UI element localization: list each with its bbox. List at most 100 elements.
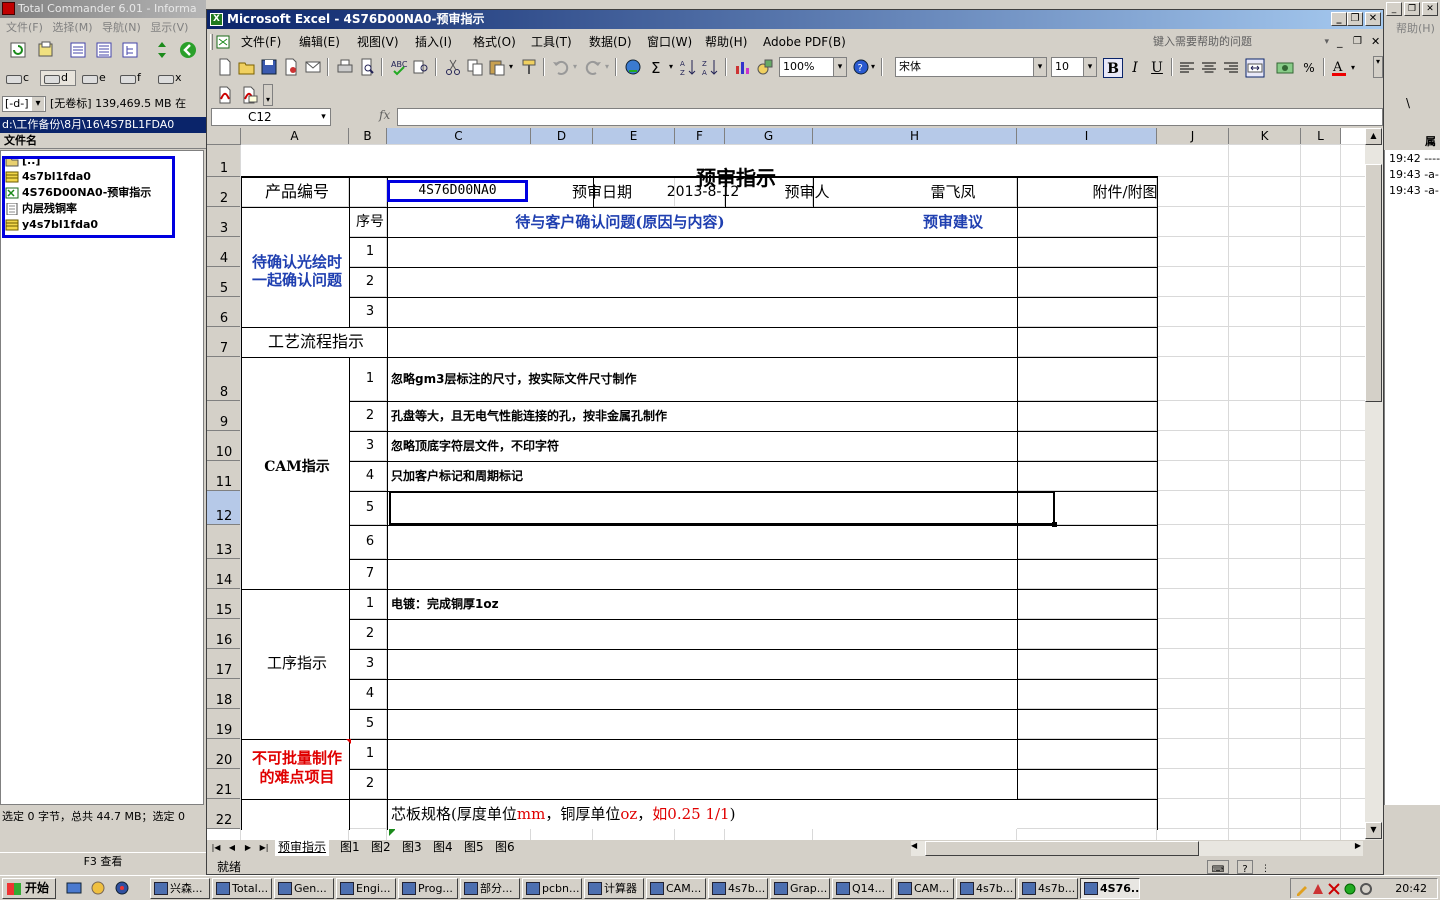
row-header-11[interactable]: 11: [207, 461, 241, 491]
underline-button[interactable]: U: [1147, 58, 1167, 78]
menu-insert[interactable]: 插入(I): [415, 32, 452, 52]
print-preview-icon[interactable]: [357, 57, 377, 77]
drive-select[interactable]: [-d-]: [2, 96, 46, 112]
cam-item[interactable]: 忽略gm3层标注的尺寸，按实际文件尺寸制作: [391, 357, 1051, 401]
minimize-icon[interactable]: _: [1331, 12, 1347, 26]
column-header-b[interactable]: B: [349, 128, 387, 145]
row-header-6[interactable]: 6: [207, 297, 241, 327]
row-header-2[interactable]: 2: [207, 177, 241, 207]
row-header-9[interactable]: 9: [207, 401, 241, 431]
menu-tools[interactable]: 工具(T): [531, 32, 572, 52]
right-menu-help[interactable]: 帮助(H): [1396, 20, 1435, 36]
research-icon[interactable]: [411, 57, 431, 77]
right-file-list[interactable]: 19:42 ---- 19:43 -a- 19:43 -a-: [1384, 150, 1440, 805]
redo-dropdown-icon[interactable]: ▾: [605, 62, 609, 71]
reviewer-value[interactable]: 雷飞凤: [851, 177, 1055, 207]
sheet-tab-fig5[interactable]: 图5: [461, 840, 487, 856]
menu-view[interactable]: 视图(V): [357, 32, 399, 52]
formula-input[interactable]: [397, 108, 1383, 126]
column-header-f[interactable]: F: [675, 128, 725, 145]
brief-view-icon[interactable]: [68, 40, 88, 60]
pending-label-line2[interactable]: 一起确认问题: [243, 271, 351, 289]
drive-d-button[interactable]: d: [40, 70, 76, 86]
scroll-up-icon[interactable]: ▲: [1365, 128, 1382, 145]
format-painter-icon[interactable]: [519, 57, 539, 77]
spelling-icon[interactable]: ABC: [389, 57, 409, 77]
core-spec-text[interactable]: 芯板规格(厚度单位mm，铜厚单位oz，如0.25 1/1): [391, 799, 1191, 829]
name-box[interactable]: C12 ▾: [211, 108, 331, 126]
font-size-select[interactable]: 10 ▾: [1051, 57, 1097, 77]
merge-center-icon[interactable]: [1245, 58, 1265, 78]
row-header-19[interactable]: 19: [207, 709, 241, 739]
column-header-j[interactable]: J: [1157, 128, 1229, 145]
attachment-label[interactable]: 附件/附图: [1055, 177, 1195, 207]
row-header-8[interactable]: 8: [207, 357, 241, 401]
taskbar-button[interactable]: Total...: [212, 878, 272, 899]
menu-format[interactable]: 格式(O): [473, 32, 516, 52]
horizontal-scrollbar[interactable]: ◀ ▶: [911, 841, 1363, 856]
align-left-icon[interactable]: [1177, 58, 1197, 78]
convert-pdf-email-icon[interactable]: [239, 85, 259, 105]
font-color-icon[interactable]: A: [1329, 58, 1349, 78]
seq-label[interactable]: 序号: [351, 207, 389, 237]
first-sheet-icon[interactable]: |◀: [209, 841, 223, 855]
align-center-icon[interactable]: [1199, 58, 1219, 78]
keyboard-icon[interactable]: ⌨: [1207, 860, 1229, 875]
proc-label[interactable]: 工序指示: [243, 652, 351, 674]
difficult-num[interactable]: 1: [351, 739, 389, 769]
email-icon[interactable]: [303, 57, 323, 77]
column-header-i[interactable]: I: [1017, 128, 1157, 145]
minimize-icon[interactable]: _: [1386, 2, 1402, 16]
zoom-dropdown-icon[interactable]: ▾: [833, 58, 846, 76]
hyperlink-icon[interactable]: [623, 57, 643, 77]
pack-icon[interactable]: [36, 40, 56, 60]
paste-icon[interactable]: [487, 57, 507, 77]
font-name-dropdown-icon[interactable]: ▾: [1033, 58, 1046, 76]
copy-icon[interactable]: [465, 57, 485, 77]
sort-ascending-icon[interactable]: AZ: [679, 57, 699, 77]
save-icon[interactable]: [259, 57, 279, 77]
doc-restore-icon[interactable]: ❐: [1353, 32, 1362, 52]
row-header-16[interactable]: 16: [207, 619, 241, 649]
row-header-10[interactable]: 10: [207, 431, 241, 461]
autosum-icon[interactable]: Σ: [647, 57, 667, 77]
sheet-tab-fig3[interactable]: 图3: [399, 840, 425, 856]
tc-menu-file[interactable]: 文件(F): [6, 21, 43, 34]
quicklaunch-app-icon[interactable]: [114, 880, 130, 896]
suggestion-header[interactable]: 预审建议: [851, 207, 1055, 237]
taskbar-button[interactable]: Gen...: [274, 878, 334, 899]
currency-icon[interactable]: [1275, 58, 1295, 78]
horizontal-scroll-thumb[interactable]: [925, 841, 1199, 856]
pdf-toolbar-options-icon[interactable]: ▾: [263, 84, 273, 106]
permission-icon[interactable]: [281, 57, 301, 77]
taskbar-button[interactable]: Q14...: [832, 878, 892, 899]
prev-sheet-icon[interactable]: ◀: [225, 841, 239, 855]
align-right-icon[interactable]: [1221, 58, 1241, 78]
tc-title-bar[interactable]: Total Commander 6.01 - Informa: [0, 0, 206, 18]
tc-menu-view[interactable]: 显示(V): [150, 21, 188, 34]
row-header-12[interactable]: 12: [207, 491, 241, 525]
tc-menu-select[interactable]: 选择(M): [52, 21, 92, 34]
row-header-17[interactable]: 17: [207, 649, 241, 679]
row-header-21[interactable]: 21: [207, 769, 241, 799]
tray-close-icon[interactable]: [1327, 882, 1341, 896]
tc-menu-navigate[interactable]: 导航(N): [102, 21, 141, 34]
cam-item[interactable]: 孔盘等大，且无电气性能连接的孔，按非金属孔制作: [391, 401, 1051, 431]
zoom-select[interactable]: 100% ▾: [779, 57, 847, 77]
cut-icon[interactable]: [443, 57, 463, 77]
pending-num[interactable]: 2: [351, 267, 389, 297]
cam-item[interactable]: 忽略顶底字符层文件，不印字符: [391, 431, 1051, 461]
column-header-a[interactable]: A: [241, 128, 349, 145]
cam-num[interactable]: 6: [351, 525, 389, 559]
ask-dropdown-icon[interactable]: ▾: [1324, 34, 1329, 50]
sheet-tab-fig4[interactable]: 图4: [430, 840, 456, 856]
review-date-value[interactable]: 2013-8-12: [643, 177, 763, 207]
sheet-tab-fig1[interactable]: 图1: [337, 840, 363, 856]
product-no-label[interactable]: 产品编号: [243, 177, 351, 207]
pending-label-line1[interactable]: 待确认光绘时: [243, 253, 351, 271]
difficult-num[interactable]: 2: [351, 769, 389, 799]
row-header-15[interactable]: 15: [207, 589, 241, 619]
tc-column-header-name[interactable]: 文件名: [0, 133, 206, 149]
start-button[interactable]: 开始: [2, 878, 56, 899]
doc-close-icon[interactable]: ✕: [1371, 32, 1380, 52]
